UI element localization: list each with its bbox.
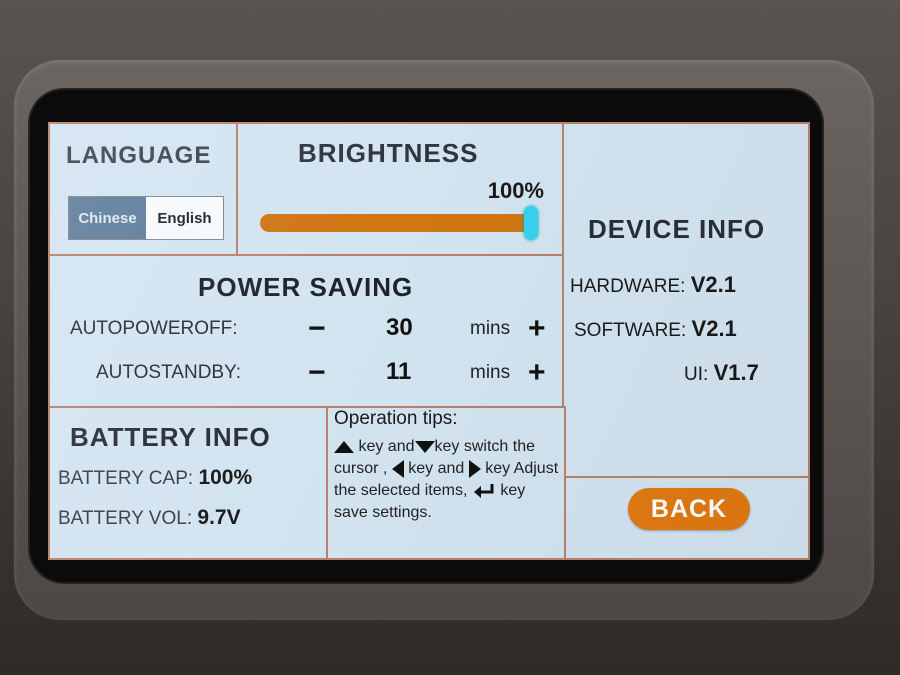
ui-value: V1.7 <box>713 360 759 385</box>
auto-standby-row: AUTOSTANDBY: − 11 mins + <box>50 356 566 390</box>
auto-power-off-label: AUTOPOWEROFF: <box>70 318 238 339</box>
right-arrow-icon <box>468 459 481 478</box>
operation-tips-text: key and key switch the cursor , key and k… <box>334 436 560 524</box>
up-arrow-icon <box>334 440 354 453</box>
auto-power-off-increase-button[interactable]: + <box>528 312 546 346</box>
power-saving-panel: POWER SAVING AUTOPOWEROFF: − 30 mins + A… <box>48 254 564 408</box>
auto-power-off-value: 30 <box>386 314 413 341</box>
left-arrow-icon <box>391 459 404 478</box>
operation-tips-panel: Operation tips: key and key switch the cu… <box>326 406 566 560</box>
battery-info-title: BATTERY INFO <box>70 422 271 452</box>
settings-screen: LANGUAGE Chinese English BRIGHTNESS 100%… <box>48 122 810 560</box>
auto-standby-label: AUTOSTANDBY: <box>96 362 241 383</box>
auto-power-off-unit: mins <box>470 318 511 339</box>
ui-label: UI: <box>684 364 709 385</box>
brightness-title: BRIGHTNESS <box>298 138 479 168</box>
battery-info-panel: BATTERY INFO BATTERY CAP: 100% BATTERY V… <box>48 406 328 560</box>
auto-standby-unit: mins <box>470 362 511 383</box>
auto-standby-value: 11 <box>386 358 412 385</box>
device-info-panel: DEVICE INFO HARDWARE: V2.1 SOFTWARE: V2.… <box>562 122 810 478</box>
language-panel: LANGUAGE Chinese English <box>48 122 238 256</box>
tips-text-8: settings. <box>372 504 432 521</box>
device-info-title: DEVICE INFO <box>588 214 766 244</box>
back-panel: BACK <box>564 476 810 560</box>
tips-text-6: items, <box>424 482 468 499</box>
battery-capacity-label: BATTERY CAP: <box>58 468 194 489</box>
hardware-label: HARDWARE: <box>570 276 686 297</box>
brightness-slider-track[interactable] <box>260 214 536 232</box>
battery-voltage-label: BATTERY VOL: <box>58 508 193 529</box>
software-value: V2.1 <box>691 316 737 341</box>
brightness-slider-handle[interactable] <box>524 206 538 240</box>
auto-power-off-row: AUTOPOWEROFF: − 30 mins + <box>50 312 566 346</box>
ui-version-row: UI: V1.7 <box>684 360 759 386</box>
language-selector: Chinese English <box>68 196 224 240</box>
auto-standby-increase-button[interactable]: + <box>528 356 546 390</box>
brightness-percent: 100% <box>487 178 544 203</box>
back-button[interactable]: BACK <box>628 488 750 530</box>
battery-capacity-value: 100% <box>198 466 253 489</box>
tips-text-4: key and <box>408 460 465 477</box>
language-title: LANGUAGE <box>66 142 212 169</box>
tips-text-1: key and <box>358 438 415 455</box>
battery-voltage-value: 9.7V <box>197 506 241 529</box>
hardware-version-row: HARDWARE: V2.1 <box>570 272 736 298</box>
language-option-english[interactable]: English <box>146 197 223 239</box>
enter-key-icon <box>473 483 494 498</box>
battery-voltage-row: BATTERY VOL: 9.7V <box>58 506 241 530</box>
power-saving-title: POWER SAVING <box>198 272 414 302</box>
auto-power-off-decrease-button[interactable]: − <box>308 312 326 346</box>
software-version-row: SOFTWARE: V2.1 <box>574 316 737 342</box>
down-arrow-icon <box>414 440 435 453</box>
operation-tips-title: Operation tips: <box>334 408 458 429</box>
battery-capacity-row: BATTERY CAP: 100% <box>58 466 252 490</box>
language-option-chinese[interactable]: Chinese <box>69 197 146 239</box>
hardware-value: V2.1 <box>690 272 736 297</box>
software-label: SOFTWARE: <box>574 320 687 341</box>
brightness-panel: BRIGHTNESS 100% <box>236 122 564 256</box>
tips-text-2: key switch <box>434 438 509 455</box>
auto-standby-decrease-button[interactable]: − <box>308 356 326 390</box>
